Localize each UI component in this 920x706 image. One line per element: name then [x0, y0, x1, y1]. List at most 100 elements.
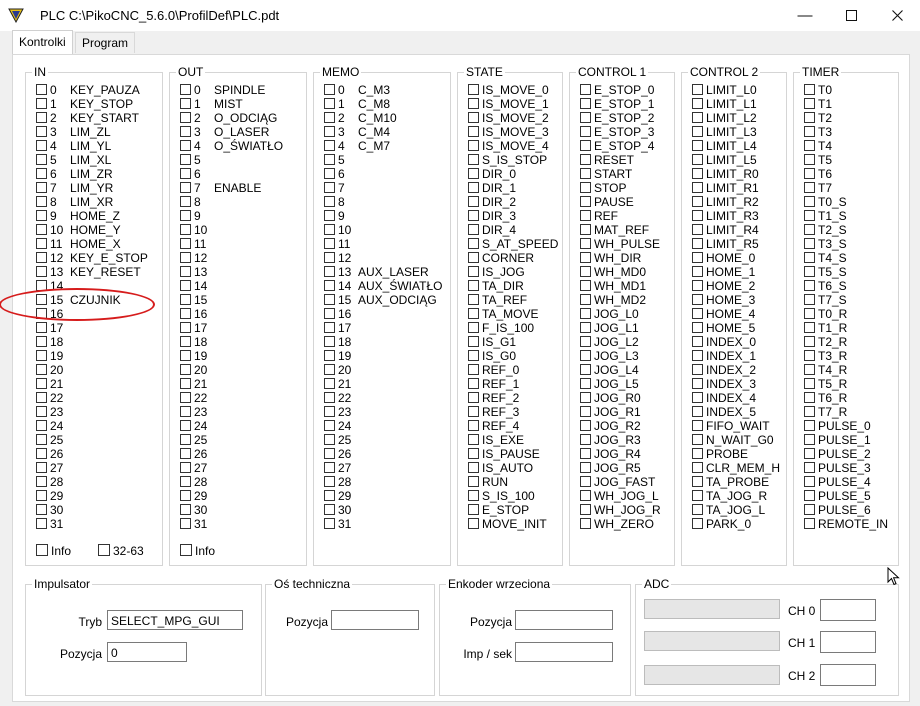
- checkbox-row[interactable]: 7 ENABLE: [180, 181, 261, 195]
- checkbox-row[interactable]: LIMIT_L1: [692, 97, 757, 111]
- checkbox[interactable]: [468, 182, 479, 193]
- checkbox-row[interactable]: N_WAIT_G0: [692, 433, 774, 447]
- checkbox[interactable]: [468, 252, 479, 263]
- checkbox-row[interactable]: 9 HOME_Z: [36, 209, 120, 223]
- checkbox-row[interactable]: START: [580, 167, 632, 181]
- checkbox[interactable]: [324, 280, 335, 291]
- checkbox[interactable]: [324, 210, 335, 221]
- checkbox[interactable]: [36, 504, 47, 515]
- checkbox-row[interactable]: 4 C_M7: [324, 139, 390, 153]
- extra-checkbox-info[interactable]: Info: [180, 544, 215, 558]
- checkbox[interactable]: [804, 84, 815, 95]
- checkbox-row[interactable]: 5 LIM_XL: [36, 153, 111, 167]
- checkbox[interactable]: [324, 252, 335, 263]
- checkbox[interactable]: [804, 182, 815, 193]
- checkbox-row[interactable]: 15: [180, 293, 214, 307]
- checkbox-row[interactable]: 15 AUX_ODCIĄG: [324, 293, 437, 307]
- checkbox-row[interactable]: T1_R: [804, 321, 847, 335]
- checkbox-row[interactable]: REF_0: [468, 363, 519, 377]
- checkbox[interactable]: [580, 280, 591, 291]
- checkbox-row[interactable]: IS_MOVE_4: [468, 139, 549, 153]
- checkbox[interactable]: [804, 294, 815, 305]
- checkbox[interactable]: [180, 168, 191, 179]
- checkbox[interactable]: [36, 336, 47, 347]
- checkbox-row[interactable]: T3_R: [804, 349, 847, 363]
- checkbox[interactable]: [324, 84, 335, 95]
- checkbox[interactable]: [36, 252, 47, 263]
- checkbox[interactable]: [180, 210, 191, 221]
- checkbox[interactable]: [468, 392, 479, 403]
- checkbox-row[interactable]: T1_S: [804, 209, 847, 223]
- checkbox[interactable]: [692, 126, 703, 137]
- checkbox-row[interactable]: 5: [324, 153, 358, 167]
- checkbox-row[interactable]: 30: [180, 503, 214, 517]
- checkbox[interactable]: [180, 322, 191, 333]
- checkbox-row[interactable]: 28: [324, 475, 358, 489]
- checkbox-row[interactable]: 2 KEY_START: [36, 111, 139, 125]
- checkbox[interactable]: [580, 84, 591, 95]
- checkbox[interactable]: [468, 266, 479, 277]
- checkbox[interactable]: [36, 98, 47, 109]
- checkbox[interactable]: [580, 252, 591, 263]
- checkbox-row[interactable]: S_IS_STOP: [468, 153, 547, 167]
- checkbox-row[interactable]: 22: [180, 391, 214, 405]
- checkbox[interactable]: [180, 196, 191, 207]
- tryb-field[interactable]: SELECT_MPG_GUI: [107, 610, 243, 630]
- checkbox-row[interactable]: IS_PAUSE: [468, 447, 540, 461]
- checkbox-row[interactable]: 9: [180, 209, 214, 223]
- checkbox[interactable]: [180, 238, 191, 249]
- checkbox-row[interactable]: 27: [180, 461, 214, 475]
- checkbox[interactable]: [324, 224, 335, 235]
- checkbox-row[interactable]: 20: [36, 363, 70, 377]
- checkbox-row[interactable]: T4_S: [804, 251, 847, 265]
- checkbox-row[interactable]: 28: [180, 475, 214, 489]
- checkbox-row[interactable]: 20: [324, 363, 358, 377]
- checkbox-row[interactable]: INDEX_3: [692, 377, 756, 391]
- checkbox[interactable]: [180, 544, 192, 556]
- checkbox-row[interactable]: 23: [180, 405, 214, 419]
- checkbox-row[interactable]: IS_EXE: [468, 433, 524, 447]
- checkbox-row[interactable]: 1 KEY_STOP: [36, 97, 133, 111]
- checkbox[interactable]: [324, 476, 335, 487]
- checkbox[interactable]: [692, 196, 703, 207]
- checkbox[interactable]: [692, 476, 703, 487]
- checkbox[interactable]: [580, 336, 591, 347]
- checkbox-row[interactable]: 30: [324, 503, 358, 517]
- checkbox[interactable]: [580, 308, 591, 319]
- checkbox-row[interactable]: IS_G0: [468, 349, 516, 363]
- checkbox-row[interactable]: T3: [804, 125, 832, 139]
- extra-checkbox-info[interactable]: Info: [36, 544, 71, 558]
- checkbox-row[interactable]: 6: [324, 167, 358, 181]
- checkbox[interactable]: [36, 154, 47, 165]
- checkbox-row[interactable]: F_IS_100: [468, 321, 534, 335]
- checkbox[interactable]: [324, 126, 335, 137]
- checkbox-row[interactable]: JOG_FAST: [580, 475, 655, 489]
- checkbox-row[interactable]: 21: [180, 377, 214, 391]
- checkbox-row[interactable]: 3 LIM_ZL: [36, 125, 111, 139]
- checkbox[interactable]: [468, 154, 479, 165]
- checkbox[interactable]: [180, 434, 191, 445]
- checkbox[interactable]: [580, 420, 591, 431]
- checkbox[interactable]: [580, 126, 591, 137]
- checkbox-row[interactable]: 22: [324, 391, 358, 405]
- checkbox-row[interactable]: WH_MD2: [580, 293, 646, 307]
- checkbox-row[interactable]: DIR_1: [468, 181, 516, 195]
- checkbox-row[interactable]: 17: [180, 321, 214, 335]
- checkbox[interactable]: [804, 196, 815, 207]
- checkbox[interactable]: [804, 210, 815, 221]
- checkbox[interactable]: [580, 196, 591, 207]
- checkbox-row[interactable]: T0_S: [804, 195, 847, 209]
- checkbox[interactable]: [468, 504, 479, 515]
- checkbox[interactable]: [580, 434, 591, 445]
- checkbox[interactable]: [36, 350, 47, 361]
- checkbox[interactable]: [804, 98, 815, 109]
- checkbox[interactable]: [580, 238, 591, 249]
- checkbox[interactable]: [692, 140, 703, 151]
- checkbox-row[interactable]: JOG_R5: [580, 461, 641, 475]
- checkbox[interactable]: [692, 350, 703, 361]
- checkbox-row[interactable]: HOME_5: [692, 321, 755, 335]
- checkbox[interactable]: [180, 364, 191, 375]
- checkbox[interactable]: [180, 350, 191, 361]
- checkbox[interactable]: [692, 266, 703, 277]
- checkbox-row[interactable]: TA_JOG_R: [692, 489, 767, 503]
